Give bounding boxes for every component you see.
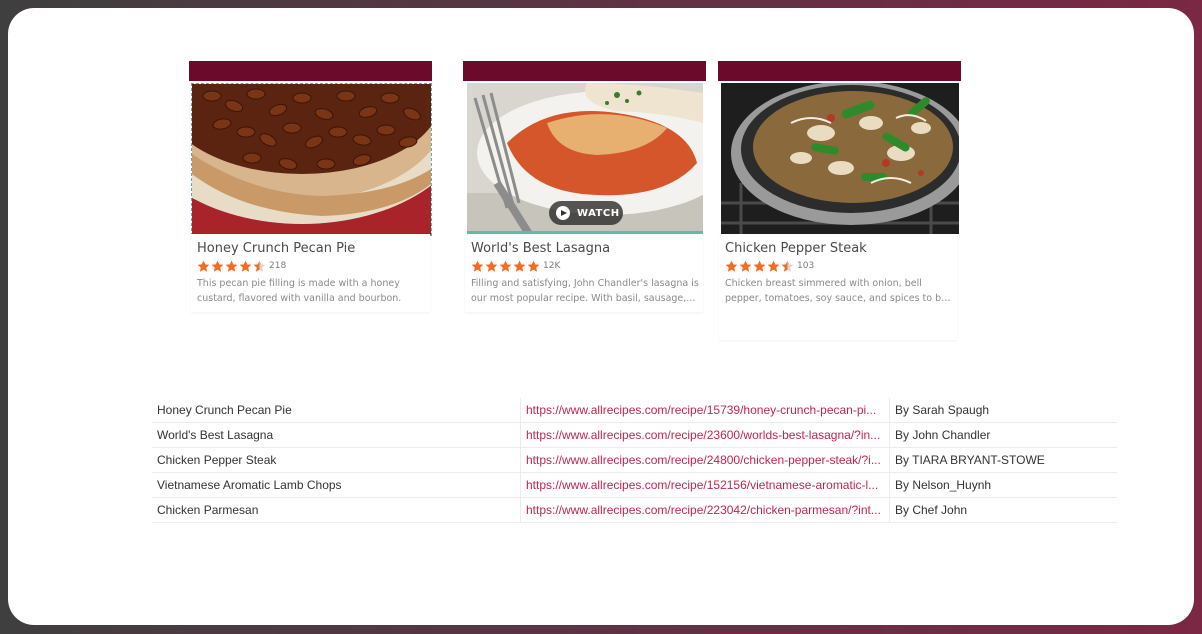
star-icon: [725, 260, 738, 272]
pecan-pie-photo-icon: [192, 84, 431, 235]
rating-count: 103: [797, 261, 815, 271]
recipe-url-link[interactable]: https://www.allrecipes.com/recipe/23600/…: [520, 422, 890, 448]
star-rating: [197, 260, 266, 273]
card-header-bar: [718, 61, 961, 81]
recipe-name-cell: Chicken Parmesan: [152, 497, 521, 523]
star-icon: [253, 260, 266, 272]
description-line: our most popular recipe. With basil, sau…: [471, 293, 696, 304]
card-header-bar: [463, 61, 706, 81]
description-line: This pecan pie filling is made with a ho…: [197, 278, 400, 289]
card-description: Chicken breast simmered with onion, bell…: [725, 276, 953, 306]
star-rating: [471, 260, 540, 273]
star-icon: [211, 260, 224, 272]
star-icon: [513, 260, 526, 272]
rating-count: 12K: [543, 261, 561, 271]
table-row: Vietnamese Aromatic Lamb Chops https://w…: [152, 472, 1117, 498]
description-line: pepper, tomatoes, soy sauce, and spices …: [725, 293, 953, 304]
description-line: custard, flavored with vanilla and bourb…: [197, 293, 402, 304]
recipe-author-cell: By Nelson_Huynh: [889, 472, 1117, 498]
star-icon: [527, 260, 540, 272]
recipe-author-cell: By TIARA BRYANT-STOWE: [889, 447, 1117, 473]
recipe-image-chicken-pepper-steak[interactable]: [721, 83, 959, 234]
star-icon: [239, 260, 252, 272]
recipe-author-cell: By Chef John: [889, 497, 1117, 523]
play-icon: [556, 206, 570, 220]
card-description: This pecan pie filling is made with a ho…: [197, 276, 425, 306]
recipe-card-pecan-pie[interactable]: Honey Crunch Pecan Pie 218 This pecan pi…: [191, 234, 430, 312]
rating-count: 218: [269, 261, 287, 271]
table-row: Chicken Pepper Steak https://www.allreci…: [152, 447, 1117, 473]
table-row: World's Best Lasagna https://www.allreci…: [152, 422, 1117, 448]
card-title[interactable]: Honey Crunch Pecan Pie: [197, 241, 430, 256]
recipe-author-cell: By John Chandler: [889, 422, 1117, 448]
star-icon: [781, 260, 794, 272]
recipe-name-cell: Chicken Pepper Steak: [152, 447, 521, 473]
recipe-name-cell: Vietnamese Aromatic Lamb Chops: [152, 472, 521, 498]
star-icon: [197, 260, 210, 272]
chicken-pepper-steak-photo-icon: [721, 83, 959, 234]
recipe-name-cell: World's Best Lasagna: [152, 422, 521, 448]
card-header-bar: [189, 61, 432, 81]
rating-row: 12K: [471, 259, 703, 273]
recipe-card-chicken-pepper-steak[interactable]: Chicken Pepper Steak 103 Chicken breast …: [719, 234, 957, 340]
card-description: Filling and satisfying, John Chandler's …: [471, 276, 699, 306]
rating-row: 218: [197, 259, 430, 273]
recipe-image-pecan-pie[interactable]: [191, 83, 432, 236]
table-row: Chicken Parmesan https://www.allrecipes.…: [152, 497, 1117, 523]
star-icon: [767, 260, 780, 272]
star-icon: [471, 260, 484, 272]
star-icon: [739, 260, 752, 272]
recipe-url-link[interactable]: https://www.allrecipes.com/recipe/223042…: [520, 497, 890, 523]
recipe-name-cell: Honey Crunch Pecan Pie: [152, 398, 521, 423]
star-icon: [225, 260, 238, 272]
recipe-url-link[interactable]: https://www.allrecipes.com/recipe/152156…: [520, 472, 890, 498]
recipe-author-cell: By Sarah Spaugh: [889, 398, 1117, 423]
star-icon: [485, 260, 498, 272]
description-line: Chicken breast simmered with onion, bell: [725, 278, 922, 289]
recipe-url-link[interactable]: https://www.allrecipes.com/recipe/15739/…: [520, 398, 890, 423]
watch-video-button[interactable]: WATCH: [549, 201, 623, 225]
star-rating: [725, 260, 794, 273]
recipe-url-link[interactable]: https://www.allrecipes.com/recipe/24800/…: [520, 447, 890, 473]
star-icon: [753, 260, 766, 272]
watch-label: WATCH: [577, 207, 620, 219]
table-row: Honey Crunch Pecan Pie https://www.allre…: [152, 398, 1117, 423]
recipe-image-lasagna[interactable]: WATCH: [467, 83, 703, 234]
rating-row: 103: [725, 259, 957, 273]
recipe-table: Honey Crunch Pecan Pie https://www.allre…: [152, 398, 1117, 523]
recipe-card-lasagna[interactable]: World's Best Lasagna 12K Filling and sat…: [465, 234, 703, 312]
card-title[interactable]: Chicken Pepper Steak: [725, 241, 957, 256]
card-title[interactable]: World's Best Lasagna: [471, 241, 703, 256]
star-icon: [499, 260, 512, 272]
description-line: Filling and satisfying, John Chandler's …: [471, 278, 699, 289]
